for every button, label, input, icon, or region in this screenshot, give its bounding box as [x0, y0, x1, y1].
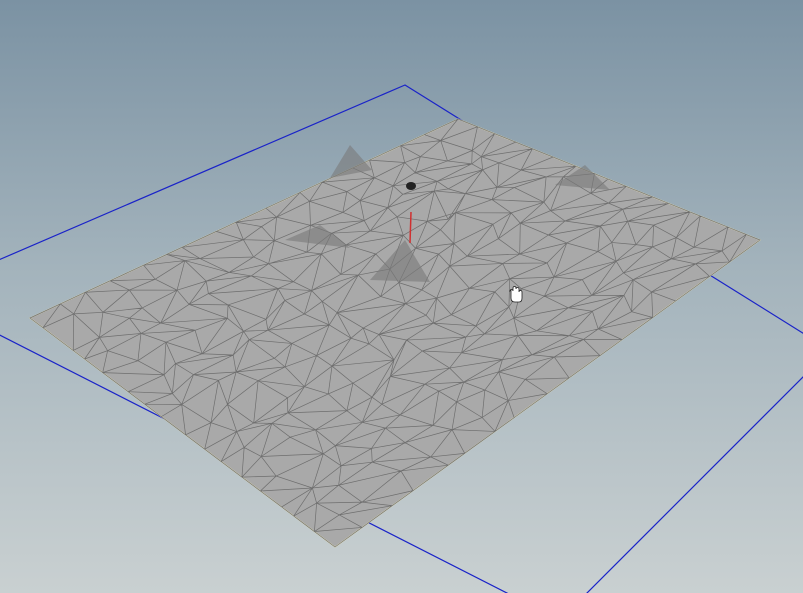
terrain-mesh[interactable]: [28, 118, 762, 548]
transform-handle[interactable]: [409, 211, 412, 244]
3d-viewport[interactable]: [0, 0, 803, 593]
pivot-marker[interactable]: [406, 182, 416, 190]
viewport-scene[interactable]: [0, 0, 803, 593]
terrain-surface: [28, 118, 762, 548]
